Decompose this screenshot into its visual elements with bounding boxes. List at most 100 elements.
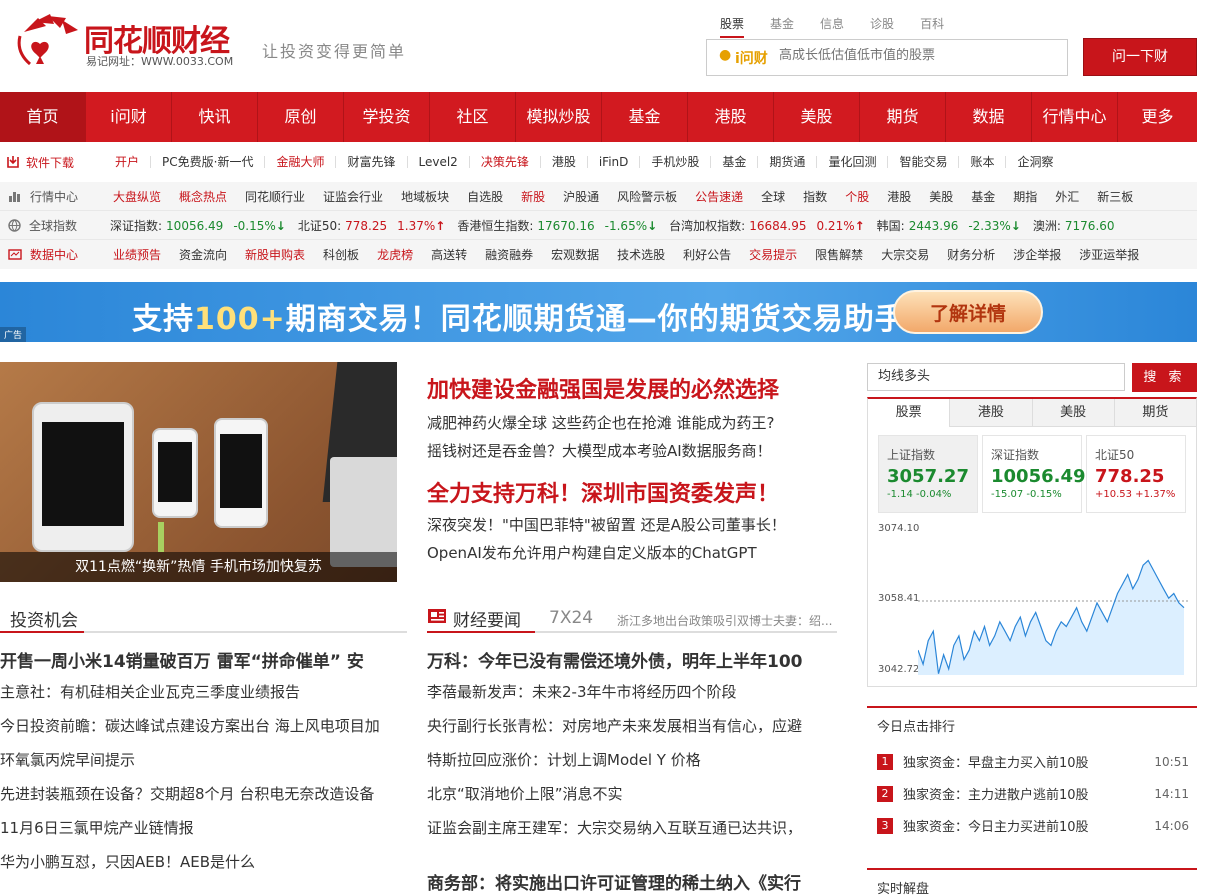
market-link[interactable]: 外汇 [1046,188,1088,205]
data-link[interactable]: 涉企举报 [1004,246,1070,263]
search-tab-info[interactable]: 信息 [820,15,844,32]
data-link[interactable]: 新股申购表 [236,246,314,263]
nav-item[interactable]: 港股 [688,92,774,142]
index-quote[interactable]: 韩国: 2443.96 -2.33%↓ [871,217,1027,234]
data-link[interactable]: 交易提示 [740,246,806,263]
tab-hk[interactable]: 港股 [950,399,1033,427]
hot-item[interactable]: 1 独家资金：早盘主力买入前10股 10:51 [877,752,1189,771]
index-quote[interactable]: 北证50: 778.25 1.37%↑ [292,217,452,234]
index-chart[interactable] [918,527,1190,675]
tab-stock[interactable]: 股票 [868,399,951,427]
data-link[interactable]: 资金流向 [170,246,236,263]
download-link[interactable]: 开户 [104,156,152,168]
ad-banner[interactable]: 支持100+期商交易！同花顺期货通—你的期货交易助手 了解详情 广告 [0,282,1197,342]
download-link[interactable]: iFinD [588,156,641,168]
nav-item[interactable]: 首页 [0,92,86,142]
nav-item[interactable]: i问财 [86,92,172,142]
market-link[interactable]: 基金 [962,188,1004,205]
stock-search-button[interactable]: 搜 索 [1132,363,1197,392]
invest-news-item[interactable]: 华为小鹏互怼，只因AEB！AEB是什么 [0,851,407,872]
data-link[interactable]: 利好公告 [674,246,740,263]
market-link[interactable]: 自选股 [458,188,512,205]
market-link[interactable]: 新股 [512,188,554,205]
photo-caption[interactable]: 双11点燃“换新”热情 手机市场加快复苏 [0,552,397,582]
index-card[interactable]: 上证指数 3057.27 -1.14 -0.04% [878,435,978,513]
index-quote[interactable]: 澳洲: 7176.60 [1027,217,1121,234]
data-link[interactable]: 限售解禁 [806,246,872,263]
market-link[interactable]: 个股 [836,188,878,205]
feature-photo[interactable] [0,362,397,582]
invest-title[interactable]: 投资机会 [10,606,78,631]
invest-news-item[interactable]: 开售一周小米14销量破百万 雷军“拼命催单” 安 [0,647,407,672]
index-quote[interactable]: 台湾加权指数: 16684.95 0.21%↑ [663,217,871,234]
market-link[interactable]: 风险警示板 [608,188,686,205]
market-link[interactable]: 证监会行业 [314,188,392,205]
search-tab-fund[interactable]: 基金 [770,15,794,32]
index-card[interactable]: 北证50 778.25 +10.53 +1.37% [1086,435,1186,513]
nav-item[interactable]: 数据 [946,92,1032,142]
nav-item[interactable]: 快讯 [172,92,258,142]
invest-news-item[interactable]: 11月6日三氯甲烷产业链情报 [0,817,407,838]
market-link[interactable]: 沪股通 [554,188,608,205]
headline[interactable]: OpenAI发布允许用户构建自定义版本的ChatGPT [427,542,757,563]
finance-news-item[interactable]: 万科：今年已没有需偿还境外债，明年上半年100 [427,647,837,672]
search-tab-stock[interactable]: 股票 [720,15,745,38]
hot-item[interactable]: 2 独家资金：主力进散户逃前10股 14:11 [877,784,1189,803]
tab-us[interactable]: 美股 [1032,399,1115,427]
banner-button[interactable]: 了解详情 [893,290,1043,334]
nav-item[interactable]: 基金 [602,92,688,142]
stock-search-input[interactable]: 均线多头 [867,363,1125,391]
finance-news-item[interactable]: 北京“取消地价上限”消息不实 [427,783,837,804]
invest-news-item[interactable]: 今日投资前瞻：碳达峰试点建设方案出台 海上风电项目加 [0,715,407,736]
download-link[interactable]: 智能交易 [888,156,960,168]
download-link[interactable]: 量化回测 [817,156,889,168]
tab-futures[interactable]: 期货 [1114,399,1196,427]
finance-news-item[interactable]: 央行副行长张青松：对房地产未来发展相当有信心，应避 [427,715,837,736]
data-link[interactable]: 宏观数据 [542,246,608,263]
market-link[interactable]: 期指 [1004,188,1046,205]
search-input[interactable] [779,48,1059,63]
market-link[interactable]: 大盘纵览 [104,188,170,205]
finance-ticker[interactable]: 浙江多地出台政策吸引双博士夫妻：绍... [617,612,837,629]
nav-item[interactable]: 更多 [1118,92,1197,142]
live-24-tab[interactable]: 7X24 [549,608,593,628]
finance-news-item[interactable]: 李蓓最新发声：未来2-3年牛市将经历四个阶段 [427,681,837,702]
ask-button[interactable]: 问一下财 [1083,38,1197,76]
invest-news-item[interactable]: 主意社：有机硅相关企业瓦克三季度业绩报告 [0,681,407,702]
nav-item[interactable]: 社区 [430,92,516,142]
market-link[interactable]: 全球 [752,188,794,205]
download-link[interactable]: 金融大师 [265,156,337,168]
data-link[interactable]: 业绩预告 [104,246,170,263]
market-link[interactable]: 港股 [878,188,920,205]
headline[interactable]: 全力支持万科！深圳市国资委发声！ [427,476,779,508]
data-link[interactable]: 科创板 [314,246,368,263]
invest-news-item[interactable]: 环氧氯丙烷早间提示 [0,749,407,770]
market-link[interactable]: 新三板 [1088,188,1142,205]
market-link[interactable]: 概念热点 [170,188,236,205]
headline[interactable]: 深夜突发！"中国巴菲特"被留置 还是A股公司董事长！ [427,514,786,535]
download-link[interactable]: 企洞察 [1006,156,1064,168]
hot-item[interactable]: 3 独家资金：今日主力买进前10股 14:06 [877,816,1189,835]
finance-title[interactable]: 财经要闻 [453,606,521,631]
headline[interactable]: 减肥神药火爆全球 这些药企也在抢滩 谁能成为药王? [427,412,775,433]
index-quote[interactable]: 深证指数: 10056.49 -0.15%↓ [104,217,292,234]
market-link[interactable]: 同花顺行业 [236,188,314,205]
download-link[interactable]: PC免费版·新一代 [151,156,266,168]
download-link[interactable]: 基金 [711,156,759,168]
market-link[interactable]: 指数 [794,188,836,205]
download-link[interactable]: Level2 [408,156,470,168]
headline[interactable]: 加快建设金融强国是发展的必然选择 [427,372,779,404]
download-link[interactable]: 手机炒股 [640,156,712,168]
data-link[interactable]: 龙虎榜 [368,246,422,263]
download-link[interactable]: 账本 [959,156,1007,168]
market-link[interactable]: 美股 [920,188,962,205]
nav-item[interactable]: 原创 [258,92,344,142]
download-link[interactable]: 期货通 [758,156,818,168]
finance-news-item[interactable]: 特斯拉回应涨价：计划上调Model Y 价格 [427,749,837,770]
data-link[interactable]: 高送转 [422,246,476,263]
download-link[interactable]: 决策先锋 [470,156,541,168]
nav-item[interactable]: 学投资 [344,92,430,142]
download-link[interactable]: 港股 [541,156,588,168]
data-link[interactable]: 大宗交易 [872,246,938,263]
finance-news-item[interactable]: 证监会副主席王建军：大宗交易纳入互联互通已达共识， [427,817,837,838]
